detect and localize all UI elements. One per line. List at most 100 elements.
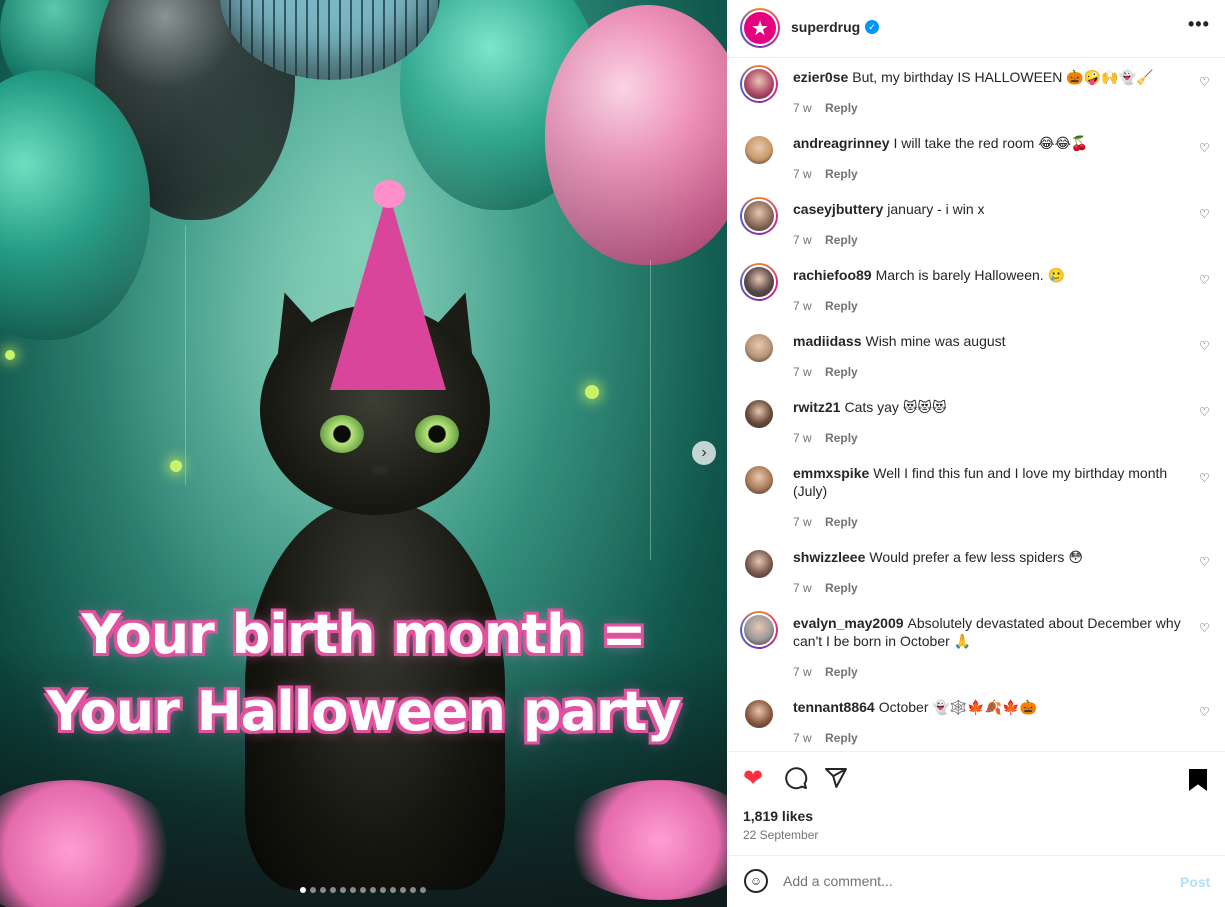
heart-outline-icon[interactable]: ♡ [1199,471,1210,485]
comment-username[interactable]: emmxspike [793,465,869,481]
reply-button[interactable]: Reply [825,515,858,529]
hat-pompom [373,180,405,208]
comment-text: evalyn_may2009 Absolutely devastated abou… [793,614,1193,650]
comment-meta: 7 w Reply [793,167,858,181]
commenter-avatar[interactable] [740,611,778,649]
comment-text: andreagrinney I will take the red room 😂😂… [793,134,1193,152]
carousel-dots [300,887,426,893]
comment-username[interactable]: tennant8864 [793,699,875,715]
comment-body: I will take the red room 😂😂🍒 [893,135,1089,151]
commenter-avatar[interactable] [740,461,778,499]
reply-button[interactable]: Reply [825,581,858,595]
carousel-dot [350,887,356,893]
comment-username[interactable]: shwizzleee [793,549,865,565]
cat-nose [372,465,388,475]
heart-outline-icon[interactable]: ♡ [1199,555,1210,569]
commenter-avatar[interactable] [740,197,778,235]
comment-time: 7 w [793,101,812,115]
carousel-dot [300,887,306,893]
post-comment-button[interactable]: Post [1180,874,1210,890]
share-paper-plane-icon[interactable] [824,766,848,796]
comment-input[interactable] [783,870,1163,892]
comment-text: rwitz21 Cats yay 😻😻😻 [793,398,1193,416]
commenter-avatar[interactable] [740,545,778,583]
comment-meta: 7 w Reply [793,233,858,247]
comment-username[interactable]: evalyn_may2009 [793,615,904,631]
action-bar: ❤ 1,819 likes 22 September [727,751,1225,855]
reply-button[interactable]: Reply [825,431,858,445]
commenter-avatar[interactable] [740,131,778,169]
carousel-dot [420,887,426,893]
commenter-avatar[interactable] [740,263,778,301]
carousel-dot [370,887,376,893]
image-caption-line-1: Your birth month = [81,603,646,666]
likes-count[interactable]: 1,819 likes [743,808,813,824]
heart-outline-icon[interactable]: ♡ [1199,339,1210,353]
comment-username[interactable]: rwitz21 [793,399,840,415]
comment-body: january - i win x [887,201,985,217]
commenter-avatar[interactable] [740,329,778,367]
bookmark-filled-icon[interactable] [1189,769,1207,791]
carousel-dot [410,887,416,893]
comment-time: 7 w [793,515,812,529]
reply-button[interactable]: Reply [825,233,858,247]
comment-text: rachiefoo89 March is barely Halloween. 🥲 [793,266,1193,284]
reply-button[interactable]: Reply [825,167,858,181]
comment-username[interactable]: rachiefoo89 [793,267,872,283]
comments-list[interactable]: ezier0se But, my birthday IS HALLOWEEN 🎃🤪… [727,59,1225,751]
profile-avatar[interactable]: ★ [740,8,780,48]
carousel-next-button[interactable]: › [692,441,716,465]
post-image[interactable]: Your birth month = Your Halloween party … [0,0,727,907]
heart-outline-icon[interactable]: ♡ [1199,207,1210,221]
comment-meta: 7 w Reply [793,365,858,379]
commenter-avatar[interactable] [740,395,778,433]
comment-meta: 7 w Reply [793,581,858,595]
comment-body: Would prefer a few less spiders 😳 [869,549,1083,565]
comment-time: 7 w [793,167,812,181]
comment-meta: 7 w Reply [793,515,858,529]
comment-meta: 7 w Reply [793,101,858,115]
heart-filled-icon[interactable]: ❤ [743,766,763,792]
black-cat [235,180,515,890]
comment-composer: ☺ Post [727,855,1225,907]
emoji-icon[interactable]: ☺ [744,869,768,893]
comment-username[interactable]: andreagrinney [793,135,889,151]
carousel-dot [310,887,316,893]
heart-outline-icon[interactable]: ♡ [1199,621,1210,635]
comment-username[interactable]: caseyjbuttery [793,201,883,217]
reply-button[interactable]: Reply [825,299,858,313]
comment-text: shwizzleee Would prefer a few less spider… [793,548,1193,566]
heart-outline-icon[interactable]: ♡ [1199,705,1210,719]
comment-time: 7 w [793,299,812,313]
comment-meta: 7 w Reply [793,731,858,745]
heart-outline-icon[interactable]: ♡ [1199,273,1210,287]
comment-bubble-icon[interactable] [784,766,808,796]
more-horizontal-icon[interactable]: ••• [1188,14,1210,35]
comment-time: 7 w [793,233,812,247]
commenter-avatar[interactable] [740,695,778,733]
light-orb [5,350,15,360]
comment-time: 7 w [793,581,812,595]
cat-eye [320,415,364,453]
reply-button[interactable]: Reply [825,731,858,745]
carousel-dot [340,887,346,893]
comment-text: emmxspike Well I find this fun and I love… [793,464,1193,500]
commenter-avatar[interactable] [740,65,778,103]
profile-username[interactable]: superdrug [791,19,860,35]
comment-username[interactable]: madiidass [793,333,861,349]
heart-outline-icon[interactable]: ♡ [1199,75,1210,89]
comment-text: madiidass Wish mine was august [793,332,1193,350]
comment-body: Cats yay 😻😻😻 [844,399,947,415]
comment-username[interactable]: ezier0se [793,69,848,85]
reply-button[interactable]: Reply [825,101,858,115]
reply-button[interactable]: Reply [825,365,858,379]
cat-eye [415,415,459,453]
heart-outline-icon[interactable]: ♡ [1199,141,1210,155]
star-logo-icon: ★ [744,12,776,44]
carousel-dot [380,887,386,893]
comment-body: But, my birthday IS HALLOWEEN 🎃🤪🙌👻🧹 [852,69,1154,85]
heart-outline-icon[interactable]: ♡ [1199,405,1210,419]
post-side-panel: ★ superdrug ✓ ••• ezier0se But, my birthd… [727,0,1225,907]
reply-button[interactable]: Reply [825,665,858,679]
image-caption-line-2: Your Halloween party [46,680,682,743]
